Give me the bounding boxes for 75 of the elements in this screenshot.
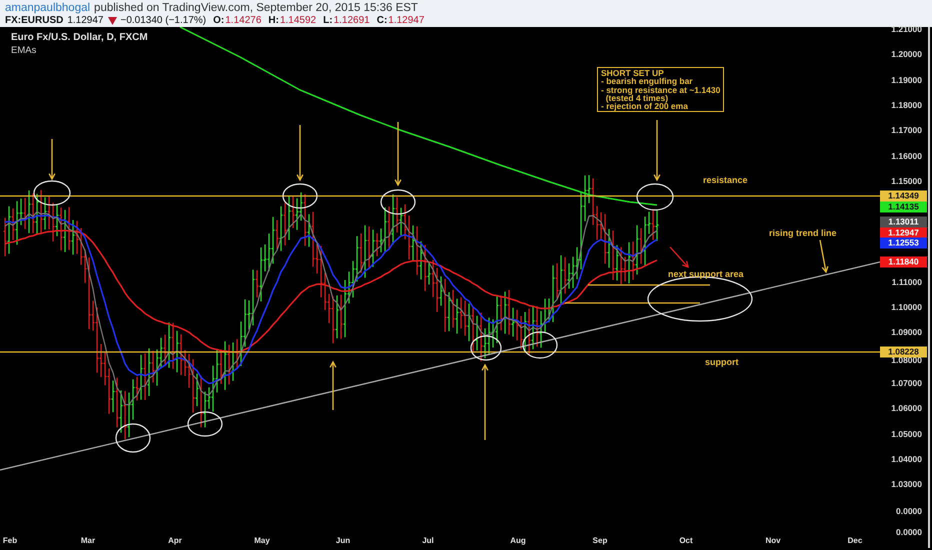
highlight-ellipse xyxy=(282,183,318,209)
annotation-text: - bearish engulfing bar xyxy=(601,77,694,86)
highlight-ellipse xyxy=(33,180,71,206)
highlight-ellipse xyxy=(636,183,674,211)
author-link[interactable]: amanpaulbhogal xyxy=(5,2,90,14)
down-arrow xyxy=(296,125,304,182)
annotation-text: - strong resistance at ~1.1430 xyxy=(601,86,720,94)
down-arrow xyxy=(670,246,689,268)
month-tick: Dec xyxy=(848,536,862,545)
annotation-text: SHORT SET UP xyxy=(601,69,664,78)
published-text: published on TradingView.com, September 20, 2015 15:36 EST xyxy=(94,2,418,14)
highlight-ellipse xyxy=(115,423,151,453)
month-tick: Jul xyxy=(422,536,434,545)
up-arrow xyxy=(330,360,336,410)
price-tick: 1.06000 xyxy=(891,403,922,413)
price-tag: 1.14135 xyxy=(880,202,927,212)
price-tick: 1.19000 xyxy=(891,75,922,85)
highlight-ellipse xyxy=(187,411,223,437)
price-tag: 1.14349 xyxy=(880,190,927,202)
study-label: EMAs xyxy=(11,45,38,56)
price-tick: 1.18000 xyxy=(891,100,922,110)
price-tick: 1.04000 xyxy=(891,454,922,464)
month-tick: Oct xyxy=(679,536,693,545)
price-tick: 1.15000 xyxy=(891,176,922,186)
symbol-text: FX:EURUSD xyxy=(5,14,64,26)
chart-title: Euro Fx/U.S. Dollar, D, FXCM xyxy=(11,32,148,43)
annotation-label: resistance xyxy=(703,175,748,185)
month-tick: Jun xyxy=(336,536,350,545)
price-tick: 1.11000 xyxy=(892,277,922,287)
ohlc-value: 1.12947 xyxy=(388,14,424,26)
last-price-text: 1.12947 xyxy=(67,14,104,26)
down-arrow xyxy=(654,120,660,182)
annotation-text: - rejection of 200 ema xyxy=(601,102,689,110)
price-tag: 1.12553 xyxy=(880,238,927,248)
price-tag: 1.11840 xyxy=(880,256,927,268)
price-tick: 1.09000 xyxy=(891,327,922,337)
month-tick: Mar xyxy=(80,536,96,545)
price-tick: 1.05000 xyxy=(891,429,922,439)
month-tick: Aug xyxy=(510,536,526,545)
month-tick: Apr xyxy=(168,536,182,545)
ohlc-value: 1.12691 xyxy=(334,14,370,26)
price-tick: 0.0000 xyxy=(896,527,922,537)
price-tick: 1.10000 xyxy=(891,302,922,312)
price-tick: 1.03000 xyxy=(891,479,922,489)
annotation-label: next support area xyxy=(668,269,744,279)
month-tick: May xyxy=(254,536,270,545)
price-tick: 1.20000 xyxy=(891,49,922,59)
price-tag: 1.08228 xyxy=(880,346,927,358)
month-tick: Sep xyxy=(592,536,608,545)
price-tick: 1.17000 xyxy=(891,125,922,135)
ohlc-value: 1.14592 xyxy=(280,14,316,26)
annotation-label: support xyxy=(705,357,738,367)
price-tag: 1.13011 xyxy=(880,216,927,228)
highlight-ellipse xyxy=(380,189,416,215)
highlight-ellipse xyxy=(470,335,502,361)
annotation-label: rising trend line xyxy=(769,228,837,238)
ohlc-label: C: xyxy=(376,14,388,26)
month-tick: Nov xyxy=(765,536,781,545)
ohlc-label: O: xyxy=(213,14,224,26)
price-tag: 1.12947 xyxy=(880,228,927,238)
ohlc-label: L: xyxy=(323,14,333,26)
down-arrow xyxy=(394,122,402,186)
price-tick: 1.16000 xyxy=(891,151,922,161)
price-tick: 0.0000 xyxy=(896,506,922,516)
highlight-ellipse xyxy=(522,331,558,359)
change-text: −0.01340 (−1.17%) xyxy=(120,14,206,26)
month-tick: Feb xyxy=(2,536,18,545)
price-tick: 1.07000 xyxy=(891,378,922,388)
ohlc-label: H: xyxy=(268,14,279,26)
down-arrow xyxy=(48,139,56,180)
price-tick: 1.08000 xyxy=(891,355,922,365)
down-arrow xyxy=(819,240,828,274)
annotation-text: (tested 4 times) xyxy=(604,94,668,102)
ohlc-value: 1.14276 xyxy=(225,14,262,26)
price-tick: 1.21000 xyxy=(891,24,922,34)
